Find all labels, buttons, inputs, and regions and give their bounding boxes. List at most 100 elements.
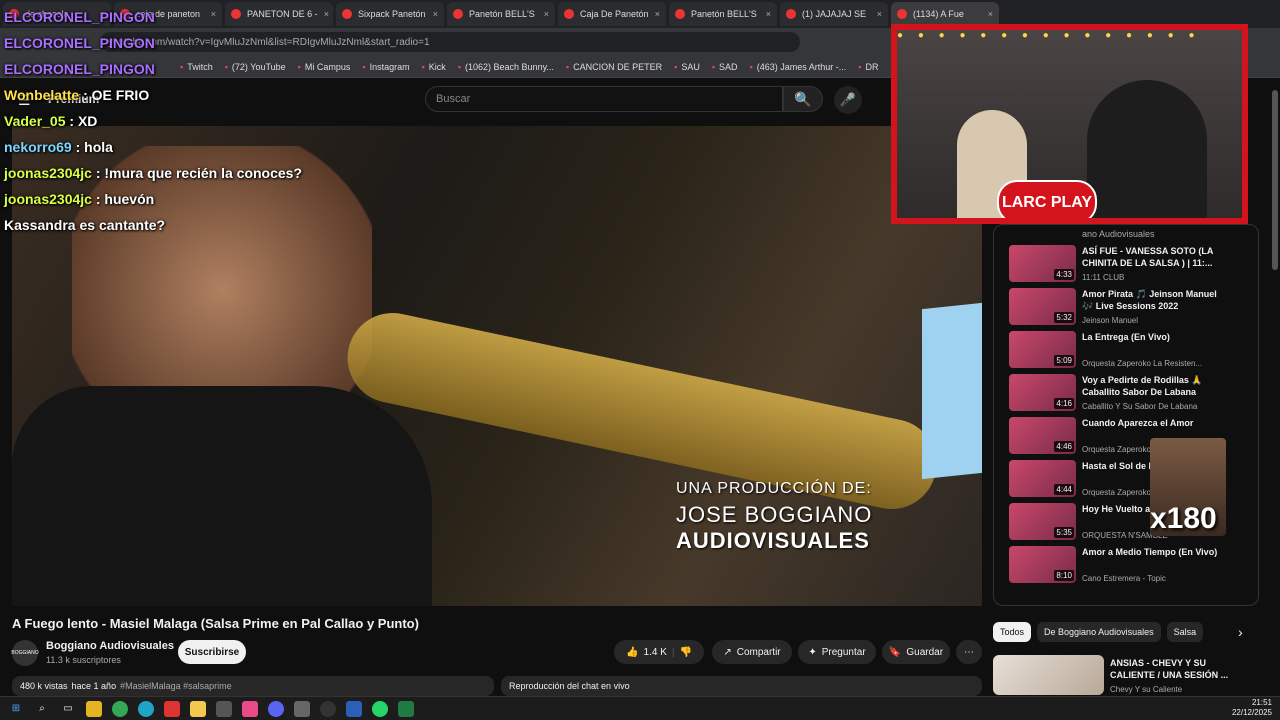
- video-thumbnail[interactable]: 4:16: [1009, 374, 1076, 411]
- video-thumbnail[interactable]: 5:32: [1009, 288, 1076, 325]
- video-duration: 5:35: [1054, 527, 1074, 538]
- video-thumbnail[interactable]: 4:33: [1009, 245, 1076, 282]
- filter-chip[interactable]: Todos: [993, 622, 1032, 642]
- recommendation-title[interactable]: ANSIAS - CHEVY Y SU CALIENTE / UNA SESIÓ…: [1110, 657, 1230, 681]
- chat-text: !mura que recién la conoces?: [104, 165, 303, 181]
- close-icon[interactable]: ×: [544, 9, 549, 19]
- channel-avatar[interactable]: BOGGIANO: [11, 640, 39, 666]
- chevron-right-icon[interactable]: ›: [1238, 624, 1243, 640]
- app-icon[interactable]: [242, 700, 258, 717]
- page-scrollbar[interactable]: [1272, 90, 1278, 270]
- bookmark-item[interactable]: SAD: [712, 62, 738, 72]
- playlist-item[interactable]: 5:09 La Entrega (En Vivo) Orquesta Zaperok…: [1009, 331, 1249, 371]
- obs-icon[interactable]: [320, 700, 336, 717]
- dislike-icon[interactable]: 👎: [679, 647, 691, 658]
- playlist-item[interactable]: 5:32 Amor Pirata 🎵 Jeinson Manuel 🎶 Live …: [1009, 288, 1249, 328]
- excel-icon[interactable]: [398, 700, 414, 717]
- more-icon: ⋯: [964, 646, 974, 658]
- voice-search-button[interactable]: 🎤: [834, 86, 862, 114]
- bookmark-item[interactable]: (1062) Beach Bunny...: [458, 62, 554, 72]
- hashtags[interactable]: #MasielMalaga #salsaprime: [120, 681, 232, 691]
- search-icon[interactable]: ⌕: [34, 701, 50, 717]
- like-icon[interactable]: 👍: [626, 647, 638, 658]
- playlist-item-channel: Jeinson Manuel: [1082, 316, 1139, 325]
- playlist-item-title[interactable]: Cuando Aparezca el Amor: [1082, 417, 1222, 429]
- bookmark-item[interactable]: Mi Campus: [298, 62, 351, 72]
- ask-button[interactable]: ✦ Preguntar: [798, 640, 876, 664]
- playlist-item[interactable]: 8:10 Amor a Medio Tiempo (En Vivo) Cano Es…: [1009, 546, 1249, 586]
- windows-taskbar: ⊞ ⌕ ▭: [0, 696, 1280, 720]
- bookmark-item[interactable]: Kick: [422, 62, 446, 72]
- ask-label: Preguntar: [821, 646, 866, 658]
- search-button[interactable]: 🔍: [783, 86, 823, 112]
- bookmark-item[interactable]: Instagram: [362, 62, 410, 72]
- bookmark-item[interactable]: (463) James Arthur -...: [750, 62, 847, 72]
- video-thumbnail[interactable]: 4:44: [1009, 460, 1076, 497]
- recommendation-item[interactable]: ANSIAS - CHEVY Y SU CALIENTE / UNA SESIÓ…: [993, 655, 1263, 695]
- browser-tab[interactable]: Panetón BELL'S ×: [669, 2, 777, 26]
- close-icon[interactable]: ×: [324, 9, 329, 19]
- playlist-item[interactable]: 4:16 Voy a Pedirte de Rodillas 🙏 Caballit…: [1009, 374, 1249, 414]
- chat-text: OE FRIO: [91, 87, 150, 103]
- bookmark-item[interactable]: SAU: [674, 62, 700, 72]
- view-count: 480 k vistas: [20, 681, 68, 691]
- file-explorer-icon[interactable]: [86, 700, 102, 717]
- bookmark-item[interactable]: CANCION DE PETER: [566, 62, 662, 72]
- system-clock[interactable]: 21:51 22/12/2025: [1232, 698, 1272, 718]
- playlist-item-title[interactable]: Amor a Medio Tiempo (En Vivo): [1082, 546, 1222, 558]
- video-thumbnail[interactable]: 5:09: [1009, 331, 1076, 368]
- chat-message: Vader_05 : XD: [4, 113, 98, 129]
- edge-icon[interactable]: [138, 700, 154, 717]
- close-icon[interactable]: ×: [766, 9, 771, 19]
- video-thumbnail[interactable]: 5:35: [1009, 503, 1076, 540]
- browser-tab[interactable]: Sixpack Panetón ×: [336, 2, 444, 26]
- share-button[interactable]: ↗ Compartir: [712, 640, 792, 664]
- filter-chip[interactable]: Salsa: [1166, 622, 1204, 642]
- save-button[interactable]: 🔖 Guardar: [882, 640, 950, 664]
- live-chat-replay[interactable]: Reproducción del chat en vivo: [501, 676, 982, 696]
- task-view-icon[interactable]: ▭: [60, 701, 76, 717]
- like-count[interactable]: 1.4 K: [644, 647, 667, 658]
- browser-tab[interactable]: Caja De Panetón ×: [558, 2, 666, 26]
- subscribe-button[interactable]: Suscribirse: [178, 640, 246, 664]
- description-box[interactable]: 480 k vistas hace 1 año #MasielMalaga #s…: [12, 676, 494, 696]
- playlist-item-title[interactable]: Amor Pirata 🎵 Jeinson Manuel 🎶 Live Sess…: [1082, 288, 1222, 312]
- video-thumbnail[interactable]: [993, 655, 1104, 695]
- filter-chip[interactable]: De Boggiano Audiovisuales: [1037, 622, 1161, 642]
- close-icon[interactable]: ×: [988, 9, 993, 19]
- more-actions-button[interactable]: ⋯: [956, 640, 982, 664]
- chrome-icon[interactable]: [112, 700, 128, 717]
- windows-start-icon[interactable]: ⊞: [8, 701, 24, 717]
- close-icon[interactable]: ×: [433, 9, 438, 19]
- discord-icon[interactable]: [268, 700, 284, 717]
- tab-favicon-icon: [786, 9, 796, 19]
- playlist-panel: ano Audiovisuales 4:33 ASÍ FUE - VANESSA …: [993, 224, 1259, 606]
- chat-username: Wonbelatte: [4, 87, 80, 103]
- channel-name[interactable]: Boggiano Audiovisuales: [46, 640, 174, 652]
- calculator-icon[interactable]: [294, 700, 310, 717]
- chat-text: Kassandra es cantante?: [4, 217, 166, 233]
- video-thumbnail[interactable]: 4:46: [1009, 417, 1076, 454]
- browser-tab[interactable]: (1) JAJAJAJ SE ×: [780, 2, 888, 26]
- close-icon[interactable]: ×: [655, 9, 660, 19]
- app-icon[interactable]: [216, 700, 232, 717]
- playlist-item-channel: Cano Estremera - Topic: [1082, 574, 1166, 583]
- playlist-item-title[interactable]: La Entrega (En Vivo): [1082, 331, 1222, 343]
- app-icon[interactable]: [164, 700, 180, 717]
- bookmark-item[interactable]: DR: [858, 62, 879, 72]
- search-input[interactable]: Buscar: [425, 86, 783, 112]
- browser-tab[interactable]: Panetón BELL'S ×: [447, 2, 555, 26]
- folder-icon[interactable]: [190, 700, 206, 717]
- playlist-item-title[interactable]: Voy a Pedirte de Rodillas 🙏 Caballito Sa…: [1082, 374, 1222, 398]
- whatsapp-icon[interactable]: [372, 700, 388, 717]
- playlist-item-title[interactable]: ASÍ FUE - VANESSA SOTO (LA CHINITA DE LA…: [1082, 245, 1222, 269]
- search-icon: 🔍: [794, 90, 812, 107]
- playlist-item[interactable]: 4:33 ASÍ FUE - VANESSA SOTO (LA CHINITA D…: [1009, 245, 1249, 285]
- playlist-item-channel: Caballito Y Su Sabor De Labana: [1082, 402, 1198, 411]
- credits-line-3: AUDIOVISUALES: [676, 528, 870, 553]
- video-thumbnail[interactable]: 8:10: [1009, 546, 1076, 583]
- browser-tab[interactable]: (1134) A Fue ×: [891, 2, 999, 26]
- channel-subscriber-count: 11.3 k suscriptores: [46, 655, 121, 665]
- close-icon[interactable]: ×: [877, 9, 882, 19]
- word-icon[interactable]: [346, 700, 362, 717]
